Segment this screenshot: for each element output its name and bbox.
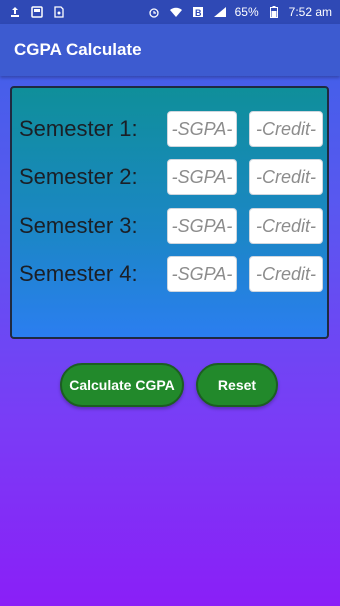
semester-label: Semester 3: — [19, 213, 138, 238]
semester-card: Semester 1: -SGPA- -Credit- Semester 2: … — [10, 86, 329, 339]
calculate-cgpa-button[interactable]: Calculate CGPA — [60, 363, 184, 407]
wifi-icon — [169, 5, 183, 19]
semester-row-2: Semester 2: -SGPA- -Credit- — [12, 156, 327, 198]
upload-icon — [8, 5, 22, 19]
sgpa-input[interactable]: -SGPA- — [167, 159, 237, 195]
clock: 7:52 am — [288, 5, 332, 19]
semester-label: Semester 2: — [19, 164, 138, 189]
app-bar: CGPA Calculate — [0, 24, 340, 76]
credit-input[interactable]: -Credit- — [249, 159, 323, 195]
sgpa-input[interactable]: -SGPA- — [167, 111, 237, 147]
app-title: CGPA Calculate — [14, 40, 142, 59]
battery-icon — [267, 5, 281, 19]
b-icon: B — [191, 5, 205, 19]
gallery-icon — [30, 5, 44, 19]
svg-text:B: B — [195, 8, 202, 18]
semester-row-1: Semester 1: -SGPA- -Credit- — [12, 108, 327, 150]
status-left-icons — [8, 5, 66, 19]
reset-button[interactable]: Reset — [196, 363, 278, 407]
sgpa-input[interactable]: -SGPA- — [167, 256, 237, 292]
status-bar: B 65% 7:52 am — [0, 0, 340, 24]
semester-row-4: Semester 4: -SGPA- -Credit- — [12, 253, 327, 295]
credit-input[interactable]: -Credit- — [249, 208, 323, 244]
credit-input[interactable]: -Credit- — [249, 256, 323, 292]
semester-label: Semester 4: — [19, 261, 138, 286]
semester-row-3: Semester 3: -SGPA- -Credit- — [12, 205, 327, 247]
credit-input[interactable]: -Credit- — [249, 111, 323, 147]
status-right-icons: B 65% 7:52 am — [147, 5, 332, 19]
alarm-icon — [147, 5, 161, 19]
semester-label: Semester 1: — [19, 116, 138, 141]
signal-icon — [213, 5, 227, 19]
sim-icon — [52, 5, 66, 19]
sgpa-input[interactable]: -SGPA- — [167, 208, 237, 244]
battery-percentage: 65% — [234, 5, 259, 19]
